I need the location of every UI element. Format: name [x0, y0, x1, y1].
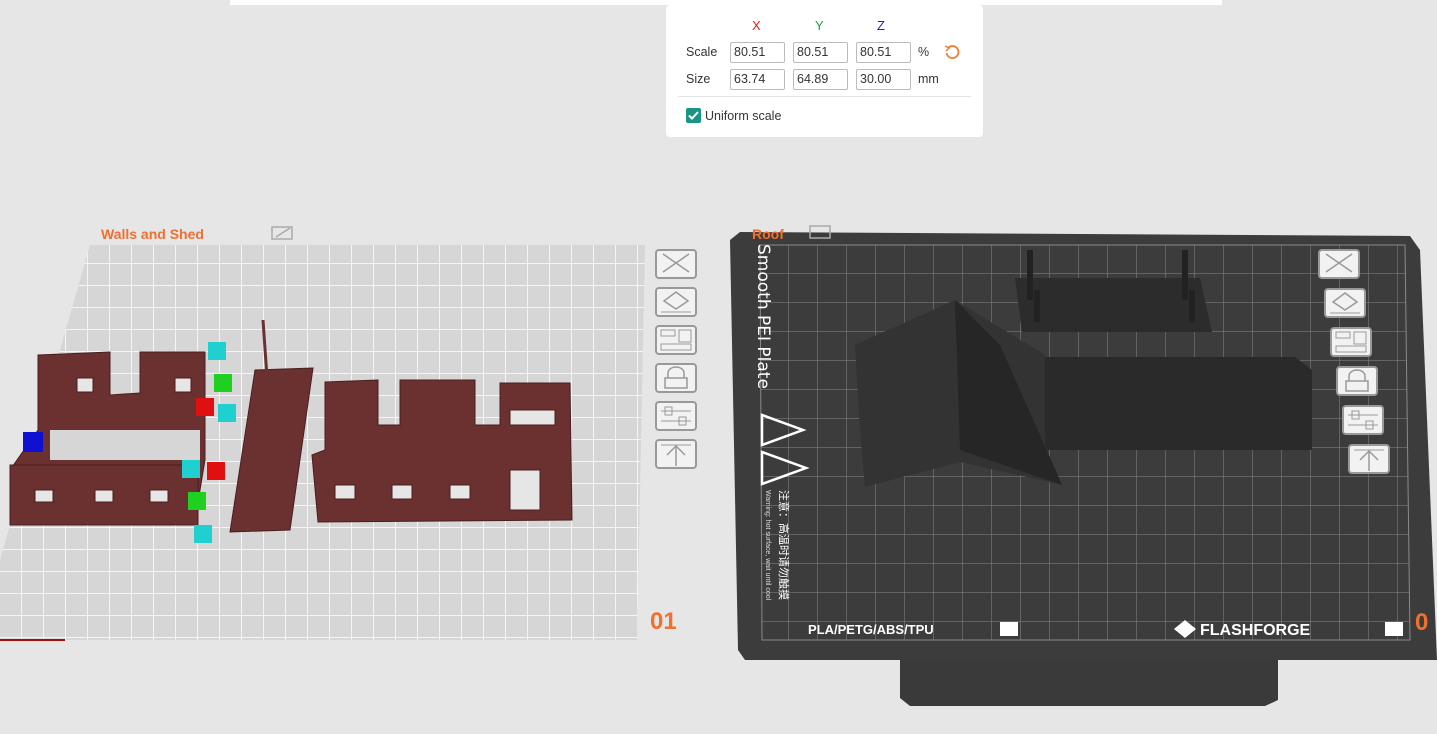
- plate-number: 0: [1415, 609, 1428, 636]
- warning-text-en: Warning: hot surface, wait until cool: [764, 490, 771, 601]
- arrange-icon[interactable]: [655, 325, 697, 355]
- axis-z-label: Z: [877, 18, 885, 33]
- checkmark-icon: [686, 108, 701, 123]
- scale-label: Scale: [686, 45, 718, 59]
- lock-icon[interactable]: [1336, 366, 1378, 396]
- bed-label: Smooth PEI Plate: [753, 244, 773, 389]
- close-icon[interactable]: [655, 249, 697, 279]
- scale-x-input[interactable]: 80.51: [730, 42, 785, 63]
- scale-unit: %: [918, 45, 930, 59]
- brand-logo: FLASHFORGE: [1200, 622, 1311, 639]
- lock-icon[interactable]: [655, 363, 697, 393]
- rotate-ccw-icon[interactable]: [944, 44, 960, 60]
- axis-x-label: X: [752, 18, 761, 33]
- close-icon[interactable]: [1318, 249, 1360, 279]
- edit-name-icon[interactable]: [271, 226, 293, 240]
- corner-mark-icon: [1385, 622, 1403, 636]
- scale-z-input[interactable]: 80.51: [856, 42, 911, 63]
- plate-name[interactable]: Walls and Shed: [101, 226, 204, 242]
- transform-panel: X Y Z Scale 80.51 80.51 80.51 % Size 63.…: [666, 5, 983, 137]
- auto-orient-icon[interactable]: [655, 287, 697, 317]
- size-y-input[interactable]: 64.89: [793, 69, 848, 90]
- corner-mark-icon: [1000, 622, 1018, 636]
- move-to-top-icon[interactable]: [655, 439, 697, 469]
- size-x-input[interactable]: 63.74: [730, 69, 785, 90]
- move-to-top-icon[interactable]: [1348, 444, 1390, 474]
- plate-01[interactable]: Walls and Shed 01: [0, 226, 677, 641]
- plate-number: 01: [650, 608, 677, 635]
- settings-sliders-icon[interactable]: [655, 401, 697, 431]
- settings-sliders-icon[interactable]: [1342, 405, 1384, 435]
- warning-text-cn: 注意：高温时请勿触摸: [777, 490, 791, 600]
- divider: [678, 96, 971, 97]
- materials-label: PLA/PETG/ABS/TPU: [808, 622, 934, 637]
- auto-orient-icon[interactable]: [1324, 288, 1366, 318]
- uniform-scale-checkbox[interactable]: Uniform scale: [686, 108, 781, 123]
- arrange-icon[interactable]: [1330, 327, 1372, 357]
- size-label: Size: [686, 72, 711, 86]
- size-unit: mm: [918, 72, 939, 86]
- uniform-scale-label: Uniform scale: [705, 108, 782, 123]
- scale-y-input[interactable]: 80.51: [793, 42, 848, 63]
- size-z-input[interactable]: 30.00: [856, 69, 911, 90]
- plate-name[interactable]: Roof: [752, 226, 784, 242]
- axis-y-label: Y: [815, 18, 824, 33]
